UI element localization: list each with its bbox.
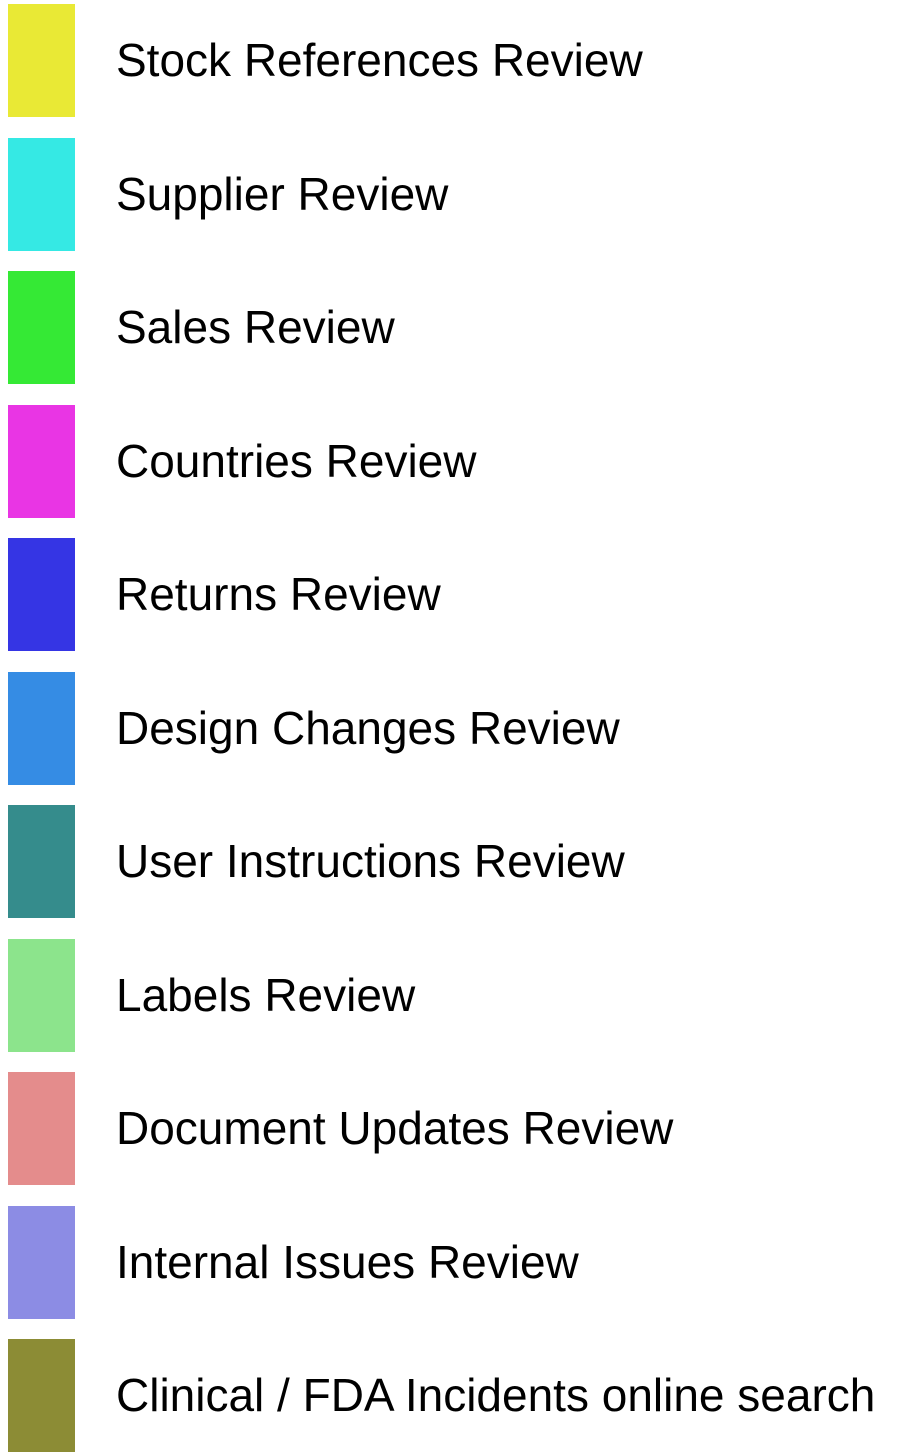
legend-swatch — [8, 538, 75, 651]
legend-entry: Design Changes Review — [0, 671, 915, 785]
legend-entry: User Instructions Review — [0, 805, 915, 918]
legend-swatch — [8, 1205, 75, 1319]
legend-label: Supplier Review — [116, 167, 449, 220]
legend-entry: Internal Issues Review — [0, 1205, 915, 1319]
legend-label: Design Changes Review — [116, 701, 620, 754]
legend-swatch — [8, 1339, 75, 1452]
legend-swatch — [8, 271, 75, 384]
legend-label: Labels Review — [116, 968, 416, 1021]
legend-entry: Stock References Review — [0, 4, 915, 117]
legend-label: Stock References Review — [116, 34, 643, 86]
legend-label: Clinical / FDA Incidents online search — [116, 1369, 876, 1421]
legend-swatch — [8, 938, 75, 1052]
legend-entry: Sales Review — [0, 271, 915, 384]
legend-entry: Clinical / FDA Incidents online search — [0, 1339, 915, 1452]
legend-entry: Countries Review — [0, 404, 915, 518]
legend-swatch — [8, 4, 75, 117]
legend-entry: Labels Review — [0, 938, 915, 1052]
legend-label: User Instructions Review — [116, 835, 625, 887]
legend-entry: Document Updates Review — [0, 1072, 915, 1185]
legend-swatch — [8, 1072, 75, 1185]
legend-swatch — [8, 137, 75, 251]
legend-label: Countries Review — [116, 434, 477, 487]
legend-entry: Returns Review — [0, 538, 915, 651]
legend-label: Returns Review — [116, 568, 441, 620]
legend-swatch — [8, 671, 75, 785]
legend-entry: Supplier Review — [0, 137, 915, 251]
legend-swatch — [8, 805, 75, 918]
legend-label: Document Updates Review — [116, 1102, 674, 1154]
legend-label: Sales Review — [116, 301, 395, 353]
chart-legend: Stock References Review Supplier Review Sa… — [0, 0, 915, 1452]
legend-swatch — [8, 404, 75, 518]
legend-label: Internal Issues Review — [116, 1235, 579, 1288]
